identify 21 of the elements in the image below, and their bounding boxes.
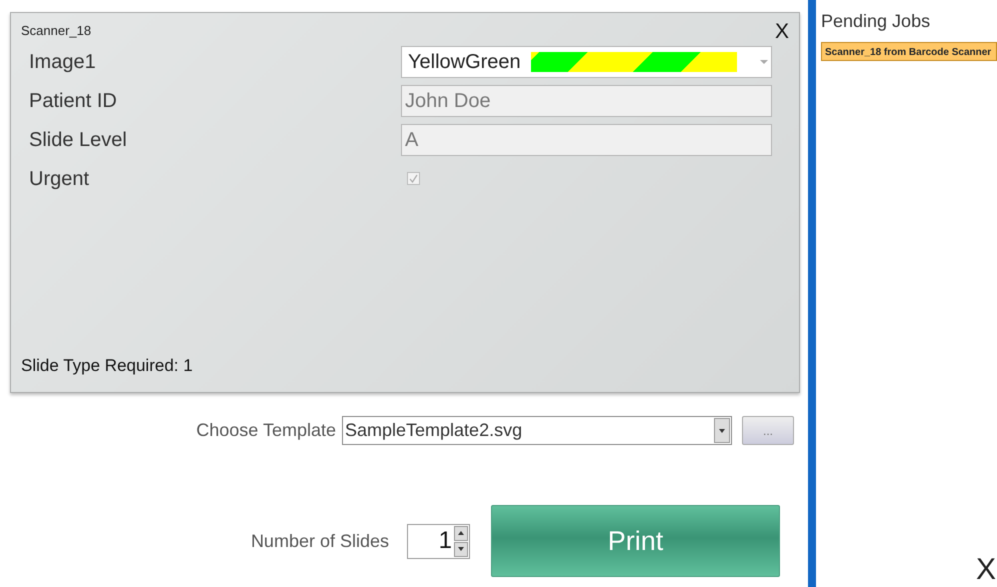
color-select[interactable]: YellowGreen [401,46,772,78]
template-label: Choose Template [195,419,337,442]
slides-label: Number of Slides [250,530,390,552]
pending-job-item[interactable]: Scanner_18 from Barcode Scanner [821,42,997,61]
close-button[interactable]: X [774,21,789,42]
decrement-button[interactable] [454,542,468,556]
slides-spinner[interactable]: 1 [407,524,470,558]
close-button[interactable]: X [976,555,996,585]
field-label: Patient ID [28,88,118,114]
pending-jobs-title: Pending Jobs [821,10,932,33]
field-label: Urgent [28,166,90,192]
down-arrow-icon [458,547,464,551]
increment-button[interactable] [454,526,468,540]
dropdown-icon [760,60,768,64]
template-select[interactable]: SampleTemplate2.svg [342,416,732,445]
field-label: Image1 [28,50,97,74]
dropdown-icon [719,428,725,432]
slide-type-text: Slide Type Required: 1 [21,354,194,376]
up-arrow-icon [458,531,464,535]
panel-title: Scanner_18 [21,22,92,40]
field-label: Slide Level [28,128,128,152]
